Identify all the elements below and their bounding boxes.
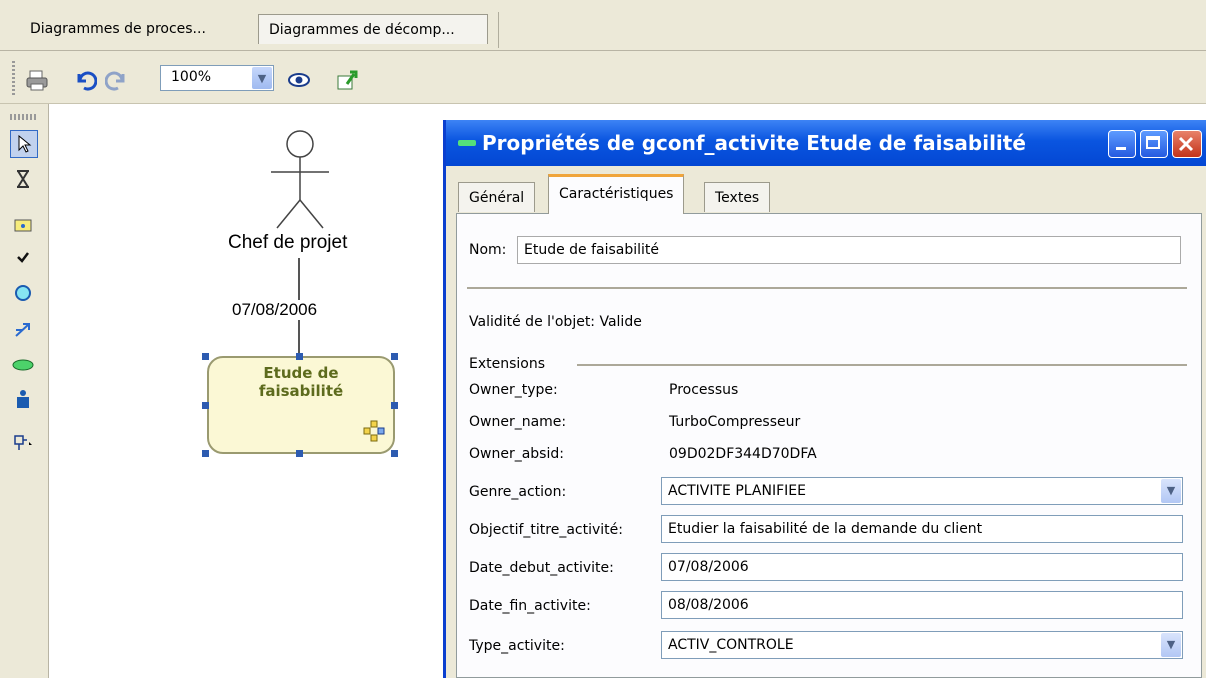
objectif-input[interactable]: Etudier la faisabilité de la demande du … (661, 515, 1183, 543)
selection-handle[interactable] (296, 353, 303, 360)
properties-dialog: Propriétés de gconf_activite Etude de fa… (443, 120, 1206, 678)
print-icon[interactable] (24, 67, 50, 93)
date-debut-input[interactable]: 07/08/2006 (661, 553, 1183, 581)
link-date-label: 07/08/2006 (232, 300, 318, 320)
name-input[interactable]: Etude de faisabilité (517, 236, 1181, 264)
redo-icon[interactable] (104, 67, 130, 93)
selection-handle[interactable] (391, 353, 398, 360)
undo-icon[interactable] (72, 67, 98, 93)
maximize-icon (1146, 136, 1160, 149)
maximize-button[interactable] (1140, 130, 1168, 158)
owner-name-label: Owner_name: (469, 414, 567, 430)
date-debut-label: Date_debut_activite: (469, 560, 614, 576)
name-label: Nom: (469, 242, 507, 258)
activity-title: Etude de faisabilité (209, 364, 393, 400)
tool-palette (0, 104, 49, 678)
type-activite-select[interactable]: ACTIV_CONTROLE ▼ (661, 631, 1183, 659)
circle-icon[interactable] (10, 280, 36, 306)
caracteristiques-panel: Nom: Etude de faisabilité Validité de l'… (456, 213, 1202, 678)
date-fin-input[interactable]: 08/08/2006 (661, 591, 1183, 619)
document-tab-bar: Diagrammes de proces... Diagrammes de dé… (0, 0, 1206, 51)
folder-icon[interactable] (10, 212, 36, 238)
selection-handle[interactable] (202, 450, 209, 457)
owner-type-label: Owner_type: (469, 382, 558, 398)
chevron-down-icon[interactable]: ▼ (252, 67, 272, 89)
owner-absid-value: 09D02DF344D70DFA (669, 446, 817, 462)
tab-textes[interactable]: Textes (704, 182, 771, 212)
selection-handle[interactable] (202, 353, 209, 360)
check-icon[interactable] (10, 244, 36, 270)
hourglass-icon[interactable] (10, 166, 36, 192)
genre-action-select[interactable]: ACTIVITE PLANIFIEE ▼ (661, 477, 1183, 505)
eye-icon[interactable] (286, 67, 312, 93)
tab-separator (498, 12, 499, 48)
extensions-label: Extensions (469, 356, 546, 372)
activity-title-line2: faisabilité (258, 382, 344, 400)
minimize-button[interactable] (1108, 130, 1136, 158)
toolbar-grip[interactable] (12, 61, 15, 95)
close-button[interactable] (1172, 130, 1202, 158)
tab-diagrammes-decomposition[interactable]: Diagrammes de décomp... (258, 14, 488, 44)
separator (467, 287, 1187, 289)
ellipse-icon[interactable] (10, 352, 36, 378)
tab-caracteristiques[interactable]: Caractéristiques (548, 174, 685, 214)
arrow-icon[interactable] (10, 316, 36, 342)
objectif-label: Objectif_titre_activité: (469, 522, 623, 538)
pointer-icon[interactable] (10, 130, 38, 158)
activity-node[interactable]: Etude de faisabilité (207, 356, 395, 454)
chevron-down-icon[interactable]: ▼ (1161, 633, 1181, 657)
date-fin-label: Date_fin_activite: (469, 598, 591, 614)
validity-text: Validité de l'objet: Valide (469, 314, 642, 330)
export-icon[interactable] (334, 67, 360, 93)
selection-handle[interactable] (296, 450, 303, 457)
close-icon (1178, 136, 1194, 152)
owner-absid-label: Owner_absid: (469, 446, 564, 462)
decomposition-icon[interactable] (363, 420, 385, 442)
selection-handle[interactable] (202, 402, 209, 409)
chevron-down-icon[interactable]: ▼ (1161, 479, 1181, 503)
owner-name-value: TurboCompresseur (669, 414, 801, 430)
type-activite-value: ACTIV_CONTROLE (668, 637, 794, 653)
selection-handle[interactable] (391, 402, 398, 409)
connector-icon[interactable] (10, 430, 36, 456)
type-activite-label: Type_activite: (469, 638, 565, 654)
person-icon[interactable] (10, 386, 36, 412)
extensions-separator (577, 364, 1187, 366)
selection-handle[interactable] (391, 450, 398, 457)
dialog-title: Propriétés de gconf_activite Etude de fa… (482, 131, 1026, 155)
actor-figure[interactable] (255, 128, 345, 246)
tab-general[interactable]: Général (458, 182, 536, 212)
zoom-select[interactable]: 100% ▼ (160, 65, 274, 91)
window-menu-icon[interactable] (458, 140, 476, 146)
owner-type-value: Processus (669, 382, 739, 398)
genre-action-value: ACTIVITE PLANIFIEE (668, 483, 806, 499)
minimize-icon (1116, 147, 1126, 150)
tab-diagrammes-processus[interactable]: Diagrammes de proces... (20, 14, 248, 44)
genre-action-label: Genre_action: (469, 484, 567, 500)
activity-title-line1: Etude de (263, 364, 339, 382)
zoom-value: 100% (171, 69, 212, 85)
dialog-title-bar[interactable]: Propriétés de gconf_activite Etude de fa… (446, 120, 1206, 166)
palette-grip[interactable] (10, 114, 38, 120)
actor-label: Chef de projet (228, 232, 348, 253)
toolbar: 100% ▼ (0, 51, 1206, 104)
